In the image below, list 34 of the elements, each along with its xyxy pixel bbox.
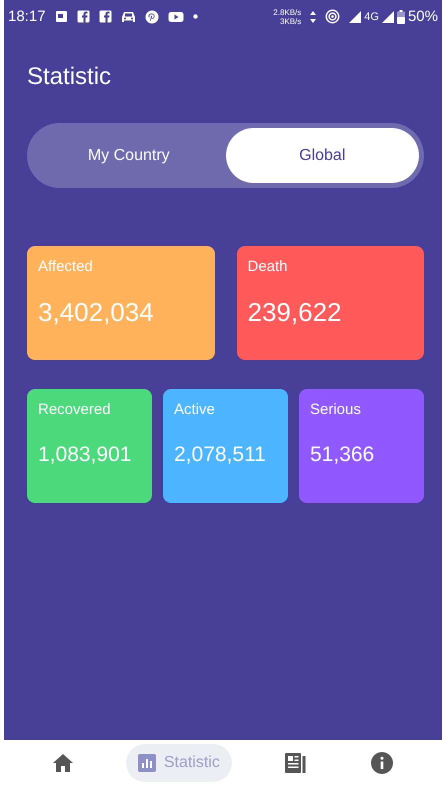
battery-icon (396, 10, 405, 24)
info-icon (371, 752, 394, 774)
toggle-tab[interactable]: Global (226, 128, 419, 183)
stat-label: Serious (310, 401, 362, 418)
stat-label: Death (248, 258, 289, 275)
facebook-icon (76, 10, 90, 23)
notification-icon (54, 10, 68, 23)
bar-chart-icon (138, 754, 156, 772)
stat-value: 3,402,034 (38, 297, 155, 328)
stat-value: 239,622 (248, 297, 342, 328)
battery-percent: 50% (408, 8, 438, 25)
signal-icon (382, 10, 394, 22)
data-arrows-icon (310, 10, 316, 24)
car-icon (120, 10, 136, 23)
stat-value: 51,366 (310, 443, 376, 467)
upload-speed: 2.8KB/s (273, 8, 302, 16)
pinterest-icon (144, 10, 159, 24)
stat-label: Affected (38, 258, 94, 275)
video-icon (168, 10, 184, 22)
dot-icon (192, 14, 198, 19)
stat-label: Recovered (38, 401, 112, 418)
newspaper-icon (285, 752, 306, 772)
hotspot-icon (325, 9, 340, 24)
clock-time: 18:17 (8, 8, 46, 25)
network-type: 4G (364, 10, 379, 22)
stat-label: Active (174, 401, 216, 418)
page-title: Statistic (27, 63, 112, 91)
stat-value: 1,083,901 (38, 443, 132, 467)
home-icon (52, 754, 73, 772)
toggle-tab[interactable]: My Country (32, 128, 226, 183)
stat-value: 2,078,511 (174, 443, 267, 467)
facebook-icon (98, 10, 112, 23)
signal-icon (349, 10, 362, 22)
download-speed: 3KB/s (280, 16, 302, 26)
